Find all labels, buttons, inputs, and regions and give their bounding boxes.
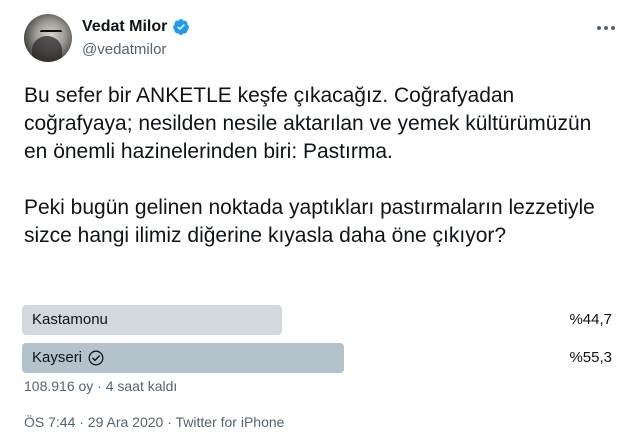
tweet-card: Vedat Milor @vedatmilor Bu sefer bir ANK… [0, 0, 640, 441]
poll: Kastamonu %44,7 Kayseri %55,3 [22, 305, 612, 381]
poll-option-label-row: Kayseri [32, 343, 104, 373]
avatar[interactable] [24, 14, 72, 62]
more-options-icon[interactable] [592, 18, 620, 38]
tweet-text: Bu sefer bir ANKETLE keşfe çıkacağız. Co… [24, 84, 595, 247]
poll-option-label-row: Kastamonu [32, 305, 108, 335]
verified-badge-icon [173, 19, 190, 35]
poll-option-label: Kayseri [32, 349, 83, 366]
author-display-name[interactable]: Vedat Milor [82, 18, 167, 36]
poll-meta: 108.916 oy · 4 saat kaldı [24, 378, 178, 394]
author-name-row[interactable]: Vedat Milor [82, 18, 190, 36]
poll-option-percent: %55,3 [569, 349, 612, 366]
check-circle-icon [88, 350, 104, 366]
avatar-glasses [40, 30, 62, 38]
avatar-shade [32, 36, 62, 62]
poll-option: Kayseri %55,3 [22, 343, 612, 373]
author-handle[interactable]: @vedatmilor [82, 41, 166, 58]
tweet-timestamp[interactable]: ÖS 7:44 · 29 Ara 2020 · Twitter for iPho… [24, 414, 284, 430]
poll-option-label: Kastamonu [32, 311, 108, 328]
poll-option: Kastamonu %44,7 [22, 305, 612, 335]
poll-option-percent: %44,7 [569, 311, 612, 328]
